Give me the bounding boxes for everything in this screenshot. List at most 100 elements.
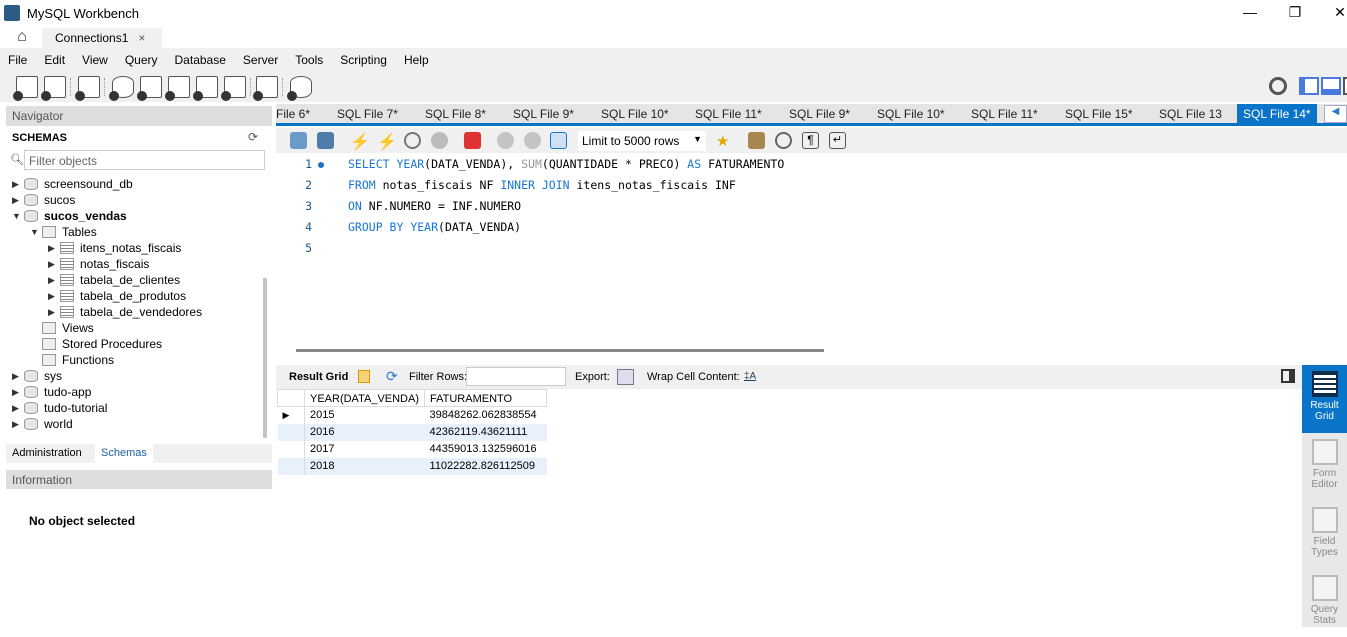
close-button[interactable]: ✕ — [1320, 4, 1347, 24]
filter-objects-input[interactable]: Filter objects — [24, 150, 265, 170]
expand-arrow-icon[interactable]: ▶ — [12, 371, 24, 382]
explain-icon[interactable] — [404, 132, 421, 149]
toggle-output-icon[interactable] — [1321, 77, 1341, 95]
execute-current-icon[interactable]: ⚡ — [377, 132, 397, 151]
create-procedure-icon[interactable] — [193, 76, 218, 101]
execute-icon[interactable]: ⚡ — [350, 132, 370, 151]
stop-icon[interactable] — [431, 132, 448, 149]
column-header[interactable]: YEAR(DATA_VENDA) — [303, 389, 426, 407]
close-tab-icon[interactable]: × — [138, 31, 145, 45]
word-wrap-icon[interactable]: ↵ — [829, 132, 846, 149]
result-cell[interactable]: 2015 — [305, 407, 425, 424]
filter-rows-input[interactable] — [466, 367, 566, 386]
tree-item-itens-notas-fiscais[interactable]: ▶ itens_notas_fiscais — [48, 240, 181, 256]
invisible-chars-icon[interactable]: ¶ — [802, 132, 819, 149]
wrap-cell-icon[interactable]: ‡A — [744, 371, 756, 382]
expand-arrow-icon[interactable]: ▶ — [48, 275, 60, 286]
connection-tab[interactable]: Connections1 × — [42, 28, 162, 48]
expand-arrow-icon[interactable]: ▶ — [48, 243, 60, 254]
expand-arrow-icon[interactable]: ▶ — [12, 179, 24, 190]
expand-arrow-icon[interactable]: ▶ — [12, 195, 24, 206]
result-cell[interactable]: 44359013.132596016 — [425, 441, 547, 458]
result-grid[interactable]: YEAR(DATA_VENDA) FATURAMENTO ▶ 2015 398482… — [276, 389, 1302, 627]
result-cell[interactable]: 2017 — [305, 441, 425, 458]
menu-server[interactable]: Server — [243, 48, 278, 70]
rollback-icon[interactable] — [524, 132, 541, 149]
menu-query[interactable]: Query — [125, 48, 158, 70]
minimize-button[interactable]: — — [1230, 4, 1270, 24]
sql-tab[interactable]: SQL File 11* — [971, 107, 1038, 121]
result-cell[interactable]: 39848262.062838554 — [425, 407, 547, 424]
expand-arrow-icon[interactable]: ▶ — [48, 307, 60, 318]
column-header[interactable]: FATURAMENTO — [424, 389, 548, 407]
tree-item-tables[interactable]: ▼ Tables — [30, 224, 97, 240]
result-row[interactable]: 2018 11022282.826112509 — [277, 457, 547, 475]
result-row[interactable]: 2017 44359013.132596016 — [277, 440, 547, 458]
expand-arrow-icon[interactable]: ▶ — [48, 259, 60, 270]
toggle-error-stop-icon[interactable] — [464, 132, 481, 149]
collapse-arrow-icon[interactable]: ▼ — [30, 227, 42, 237]
row-header[interactable] — [277, 423, 305, 441]
expand-arrow-icon[interactable]: ▶ — [12, 387, 24, 398]
reconnect-icon[interactable] — [287, 76, 312, 101]
side-panel-field-types[interactable]: Field Types — [1302, 501, 1347, 569]
sql-tab[interactable]: SQL File 14* — [1237, 104, 1317, 123]
toggle-panel-icon[interactable] — [1281, 369, 1295, 383]
tree-item-functions[interactable]: Functions — [30, 352, 114, 368]
menu-database[interactable]: Database — [175, 48, 226, 70]
save-icon[interactable] — [317, 132, 334, 149]
open-file-icon[interactable] — [290, 132, 307, 149]
row-header[interactable] — [277, 457, 305, 475]
create-view-icon[interactable] — [165, 76, 190, 101]
beautify-icon[interactable] — [748, 132, 765, 149]
sql-tab[interactable]: SQL File 10* — [601, 107, 669, 121]
maximize-button[interactable]: ❐ — [1275, 4, 1315, 24]
sql-tab[interactable]: SQL File 8* — [425, 107, 486, 121]
new-sql-tab-icon[interactable] — [13, 76, 38, 101]
tree-item-tudo-app[interactable]: ▶ tudo-app — [12, 384, 91, 400]
menu-help[interactable]: Help — [404, 48, 429, 70]
tree-item-stored-procedures[interactable]: Stored Procedures — [30, 336, 162, 352]
sql-tab[interactable]: SQL File 15* — [1065, 107, 1133, 121]
tree-item-sucos[interactable]: ▶ sucos — [12, 192, 75, 208]
menu-scripting[interactable]: Scripting — [340, 48, 387, 70]
tree-item-sys[interactable]: ▶ sys — [12, 368, 62, 384]
sql-tab[interactable]: SQL File 11* — [695, 107, 762, 121]
export-icon[interactable] — [617, 369, 634, 385]
result-row[interactable]: ▶ 2015 39848262.062838554 — [277, 406, 547, 424]
inspector-icon[interactable] — [75, 76, 100, 101]
tree-item-tabela-de-vendedores[interactable]: ▶ tabela_de_vendedores — [48, 304, 202, 320]
scroll-tabs-icon[interactable]: ◀ — [1324, 105, 1347, 123]
settings-icon[interactable] — [1269, 77, 1287, 95]
limit-rows-select[interactable]: Limit to 5000 rows ▼ — [578, 131, 706, 151]
result-cell[interactable]: 11022282.826112509 — [424, 457, 547, 475]
tree-item-sucos-vendas[interactable]: ▼ sucos_vendas — [12, 208, 127, 224]
tree-item-tudo-tutorial[interactable]: ▶ tudo-tutorial — [12, 400, 107, 416]
sql-tab[interactable]: SQL File 9* — [789, 107, 850, 121]
result-cell[interactable]: 2018 — [304, 457, 425, 475]
expand-arrow-icon[interactable]: ▶ — [12, 419, 24, 430]
side-panel-result-grid[interactable]: Result Grid — [1302, 365, 1347, 433]
menu-edit[interactable]: Edit — [44, 48, 65, 70]
menu-file[interactable]: File — [8, 48, 27, 70]
result-cell[interactable]: 2016 — [304, 423, 425, 441]
tab-administration[interactable]: Administration — [6, 444, 88, 463]
sql-editor[interactable]: 1 SELECT YEAR(DATA_VENDA), SUM(QUANTIDADE… — [276, 153, 1347, 348]
tree-item-tabela-de-clientes[interactable]: ▶ tabela_de_clientes — [48, 272, 180, 288]
refresh-schemas-icon[interactable]: ⟳ — [248, 130, 258, 144]
create-table-icon[interactable] — [137, 76, 162, 101]
tree-item-tabela-de-produtos[interactable]: ▶ tabela_de_produtos — [48, 288, 186, 304]
result-cell[interactable]: 42362119.43621111 — [424, 423, 547, 441]
toggle-secondary-sidebar-icon[interactable] — [1343, 77, 1347, 95]
side-panel-form-editor[interactable]: Form Editor — [1302, 433, 1347, 501]
home-icon[interactable]: ⌂ — [10, 28, 34, 46]
row-header[interactable] — [277, 440, 305, 458]
tab-schemas[interactable]: Schemas — [95, 444, 153, 463]
editor-horizontal-scrollbar[interactable] — [296, 349, 824, 352]
collapse-arrow-icon[interactable]: ▼ — [12, 211, 24, 221]
tree-item-world[interactable]: ▶ world — [12, 416, 73, 432]
sql-tab[interactable]: File 6* — [276, 107, 310, 121]
sql-tab[interactable]: SQL File 10* — [877, 107, 945, 121]
commit-icon[interactable] — [497, 132, 514, 149]
expand-arrow-icon[interactable]: ▶ — [12, 403, 24, 414]
